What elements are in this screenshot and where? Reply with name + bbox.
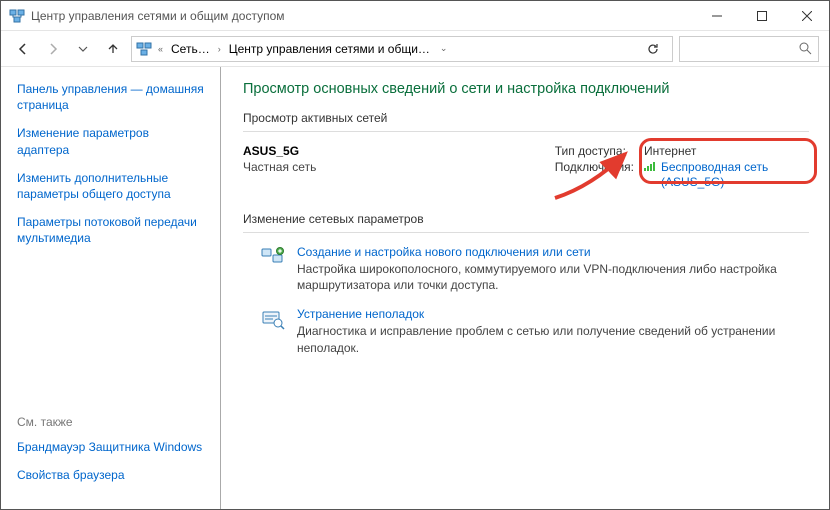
active-network-row: ASUS_5G Частная сеть Тип доступа: Интерн…	[243, 144, 809, 190]
window-controls	[694, 1, 829, 30]
search-icon	[799, 42, 812, 55]
main-area: Панель управления — домашняя страница Из…	[1, 67, 829, 509]
task-item-troubleshoot: Устранение неполадок Диагностика и испра…	[261, 307, 809, 355]
wifi-signal-icon	[644, 160, 657, 172]
troubleshoot-icon	[261, 307, 285, 331]
titlebar: Центр управления сетями и общим доступом	[1, 1, 829, 31]
access-type-value: Интернет	[644, 144, 809, 158]
breadcrumb-segment[interactable]: Центр управления сетями и общи…	[227, 42, 432, 56]
task-desc: Настройка широкополосного, коммутируемог…	[297, 261, 809, 293]
sidebar-link-advanced-sharing[interactable]: Изменить дополнительные параметры общего…	[17, 170, 204, 202]
connection-link[interactable]: Беспроводная сеть (ASUS_5G)	[644, 160, 809, 190]
network-profile: Частная сеть	[243, 160, 463, 174]
sidebar: Панель управления — домашняя страница Из…	[1, 67, 221, 509]
chevron-left-icon: «	[156, 44, 165, 54]
maximize-button[interactable]	[739, 1, 784, 30]
chevron-right-icon: ›	[216, 44, 223, 54]
new-connection-icon	[261, 245, 285, 269]
sidebar-link-home[interactable]: Панель управления — домашняя страница	[17, 81, 204, 113]
connections-label: Подключения:	[555, 160, 634, 190]
content-pane: Просмотр основных сведений о сети и наст…	[221, 67, 829, 509]
sidebar-link-adapter-settings[interactable]: Изменение параметров адаптера	[17, 125, 204, 157]
task-desc: Диагностика и исправление проблем с сеть…	[297, 323, 809, 355]
task-link-new-connection[interactable]: Создание и настройка нового подключения …	[297, 245, 591, 259]
search-input[interactable]	[679, 36, 819, 62]
address-bar[interactable]: « Сеть… › Центр управления сетями и общи…	[131, 36, 673, 62]
see-also-label: См. также	[17, 415, 204, 429]
sidebar-link-firewall[interactable]: Брандмауэр Защитника Windows	[17, 439, 204, 455]
sidebar-link-internet-options[interactable]: Свойства браузера	[17, 467, 204, 483]
access-type-label: Тип доступа:	[555, 144, 634, 158]
divider	[243, 232, 809, 233]
connection-link-text: Беспроводная сеть (ASUS_5G)	[661, 160, 809, 190]
network-center-icon	[9, 8, 25, 24]
task-item-new-connection: Создание и настройка нового подключения …	[261, 245, 809, 293]
nav-up-button[interactable]	[101, 37, 125, 61]
nav-recent-dropdown[interactable]	[71, 37, 95, 61]
task-link-troubleshoot[interactable]: Устранение неполадок	[297, 307, 424, 321]
refresh-button[interactable]	[638, 42, 668, 56]
divider	[243, 131, 809, 132]
network-center-icon	[136, 41, 152, 57]
sidebar-link-media-streaming[interactable]: Параметры потоковой передачи мультимедиа	[17, 214, 204, 246]
chevron-down-icon[interactable]: ⌄	[438, 43, 450, 54]
toolbar: « Сеть… › Центр управления сетями и общи…	[1, 31, 829, 67]
nav-forward-button[interactable]	[41, 37, 65, 61]
breadcrumb-segment[interactable]: Сеть…	[169, 42, 212, 56]
active-networks-label: Просмотр активных сетей	[243, 111, 809, 125]
close-button[interactable]	[784, 1, 829, 30]
nav-back-button[interactable]	[11, 37, 35, 61]
network-name: ASUS_5G	[243, 144, 463, 158]
minimize-button[interactable]	[694, 1, 739, 30]
change-settings-label: Изменение сетевых параметров	[243, 212, 809, 226]
window-title: Центр управления сетями и общим доступом	[31, 9, 694, 23]
page-title: Просмотр основных сведений о сети и наст…	[243, 81, 809, 97]
